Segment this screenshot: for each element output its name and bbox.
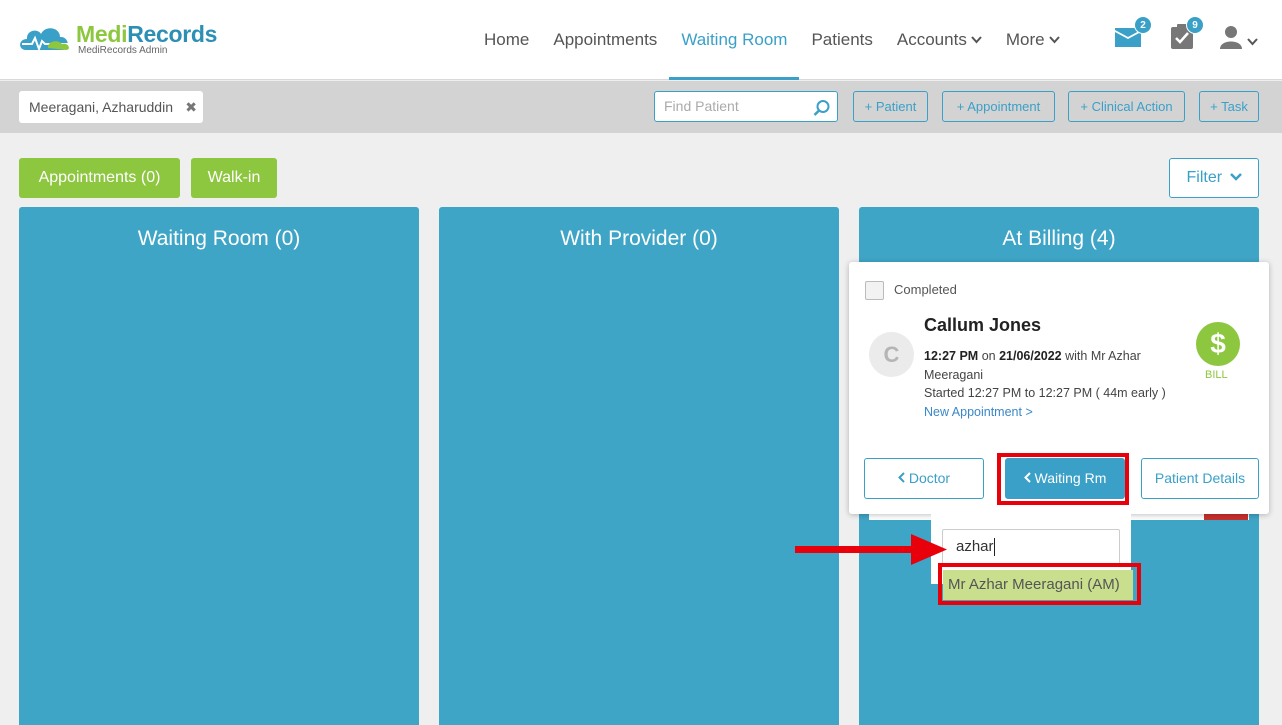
send-to-doctor-button[interactable]: Doctor — [864, 458, 984, 499]
tasks-count-badge: 9 — [1186, 16, 1204, 34]
patient-avatar: C — [869, 332, 914, 377]
column-title: At Billing (4) — [1002, 227, 1116, 250]
nav-accounts-label: Accounts — [896, 30, 967, 49]
add-appointment-button[interactable]: + Appointment — [942, 91, 1055, 122]
started-text: Started 12:27 PM to 12:27 PM ( 44m early… — [924, 386, 1166, 400]
nav-more-label: More — [1005, 30, 1045, 49]
bill-icon[interactable]: $ — [1196, 322, 1240, 366]
tasks-icon[interactable]: 9 — [1170, 16, 1204, 55]
column-title: Waiting Room (0) — [137, 227, 301, 250]
nav-accounts[interactable]: Accounts — [885, 0, 994, 80]
nav-more[interactable]: More — [994, 0, 1072, 80]
nav-appointments[interactable]: Appointments — [541, 0, 669, 80]
brand-name: MediRecords — [76, 22, 217, 46]
nav-waiting-room-label: Waiting Room — [681, 30, 788, 49]
filter-label: Filter — [1186, 169, 1223, 186]
messages-count-badge: 2 — [1134, 16, 1152, 34]
appointments-button[interactable]: Appointments (0) — [19, 158, 180, 198]
patient-bar: Meeragani, Azharuddin ✖ Find Patient + P… — [0, 81, 1282, 133]
red-arrow-icon — [795, 531, 950, 574]
filter-button[interactable]: Filter — [1169, 158, 1259, 198]
user-avatar-icon — [1220, 26, 1244, 53]
provider-option-highlight-box — [938, 563, 1141, 605]
brand-subtitle: MediRecords Admin — [78, 45, 168, 56]
chevron-down-icon — [1048, 0, 1060, 80]
text-cursor — [993, 538, 995, 557]
brand-name-first: Medi — [76, 21, 128, 47]
new-appointment-link[interactable]: New Appointment > — [924, 405, 1033, 419]
on-text: on — [981, 349, 996, 363]
bill-label[interactable]: BILL — [1205, 369, 1228, 381]
nav-home-label: Home — [484, 30, 530, 49]
add-clinical-action-button[interactable]: + Clinical Action — [1068, 91, 1185, 122]
provider-search-input[interactable]: azhar — [942, 529, 1120, 565]
column-title: With Provider (0) — [560, 227, 718, 250]
cloud-heartbeat-icon — [18, 22, 74, 54]
provider-search-value: azhar — [956, 538, 994, 555]
appointment-details: 12:27 PM on 21/06/2022 with Mr Azhar Mee… — [924, 347, 1179, 421]
brand-name-second: Records — [127, 21, 218, 47]
appointment-date: 21/06/2022 — [999, 349, 1062, 363]
messages-icon[interactable]: 2 — [1114, 16, 1152, 53]
current-patient-name: Meeragani, Azharuddin — [29, 99, 173, 115]
add-patient-button[interactable]: + Patient — [853, 91, 928, 122]
nav-patients-label: Patients — [811, 30, 873, 49]
nav-patients[interactable]: Patients — [799, 0, 884, 80]
find-patient-input[interactable]: Find Patient — [654, 91, 838, 122]
close-icon[interactable]: ✖ — [185, 91, 197, 123]
completed-checkbox[interactable] — [865, 281, 884, 300]
waiting-room-column: Waiting Room (0) — [19, 207, 419, 725]
with-provider-column: With Provider (0) — [439, 207, 839, 725]
waiting-rm-highlight-box — [997, 453, 1129, 505]
appointment-time: 12:27 PM — [924, 349, 979, 363]
main-nav: Home Appointments Waiting Room Patients … — [472, 0, 1072, 80]
chevron-down-icon — [971, 0, 982, 80]
nav-appointments-label: Appointments — [553, 30, 658, 49]
nav-waiting-room[interactable]: Waiting Room — [669, 0, 800, 80]
patient-name[interactable]: Callum Jones — [924, 315, 1041, 336]
medirecords-logo[interactable]: MediRecords MediRecords Admin — [18, 22, 217, 56]
user-menu[interactable] — [1220, 25, 1258, 54]
current-patient-chip[interactable]: Meeragani, Azharuddin ✖ — [19, 91, 203, 123]
chevron-left-icon — [898, 459, 905, 498]
chevron-down-icon — [1247, 33, 1258, 51]
search-icon[interactable] — [813, 98, 831, 127]
chevron-down-icon — [1229, 158, 1242, 196]
patient-details-button[interactable]: Patient Details — [1141, 458, 1259, 499]
add-task-button[interactable]: + Task — [1199, 91, 1259, 122]
top-header: MediRecords MediRecords Admin Home Appoi… — [0, 0, 1282, 80]
completed-label: Completed — [894, 282, 957, 297]
walk-in-button[interactable]: Walk-in — [191, 158, 277, 198]
send-to-doctor-label: Doctor — [908, 470, 951, 486]
nav-home[interactable]: Home — [472, 0, 541, 80]
find-patient-placeholder: Find Patient — [664, 98, 739, 114]
